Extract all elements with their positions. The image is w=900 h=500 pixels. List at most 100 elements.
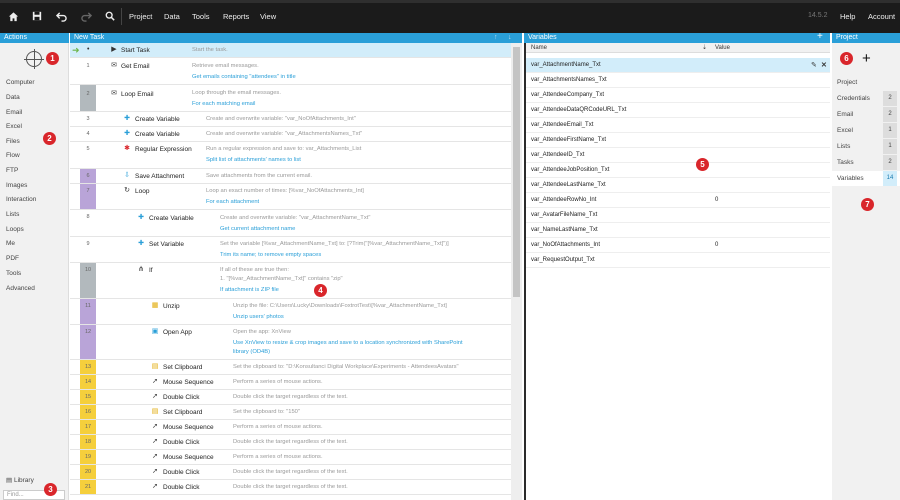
project-item-credentials[interactable]: Credentials 2 bbox=[832, 91, 900, 106]
step-link[interactable]: Get current attachment name bbox=[220, 226, 295, 232]
task-row-19[interactable]: 19 ➚ Mouse Sequence Perform a series of … bbox=[70, 450, 511, 465]
action-email[interactable]: Email bbox=[6, 109, 22, 116]
task-row-9[interactable]: 9 ✚ Set Variable Set the variable [%var_… bbox=[70, 237, 511, 263]
variable-row[interactable]: var_NoOfAttachments_Int 0 bbox=[526, 238, 830, 253]
step-name: Mouse Sequence bbox=[163, 454, 214, 461]
help-menu[interactable]: Help bbox=[840, 12, 855, 21]
action-pdf[interactable]: PDF bbox=[6, 255, 19, 262]
action-excel[interactable]: Excel bbox=[6, 123, 22, 130]
variable-row[interactable]: var_AvatarFileName_Txt bbox=[526, 208, 830, 223]
variable-row[interactable]: var_AttendeeFirstName_Txt bbox=[526, 133, 830, 148]
action-loops[interactable]: Loops bbox=[6, 226, 24, 233]
home-icon[interactable] bbox=[5, 8, 21, 24]
step-desc-line2: 1. "[%var_AttachmentName_Txt]" contains … bbox=[220, 276, 343, 282]
save-icon[interactable] bbox=[29, 8, 45, 24]
menu-tools[interactable]: Tools bbox=[192, 12, 210, 21]
edit-icon[interactable]: ✎ bbox=[811, 61, 817, 69]
project-item-excel[interactable]: Excel 1 bbox=[832, 123, 900, 138]
action-data[interactable]: Data bbox=[6, 94, 20, 101]
step-link[interactable]: Get emails containing "attendees" in tit… bbox=[192, 74, 296, 80]
task-row-8[interactable]: 8 ✚ Create Variable Create and overwrite… bbox=[70, 210, 511, 237]
step-link-line2[interactable]: library (OD4B) bbox=[233, 349, 270, 355]
task-row-16[interactable]: 16 ▤ Set Clipboard Set the clipboard to:… bbox=[70, 405, 511, 420]
step-link[interactable]: Trim its name; to remove empty spaces bbox=[220, 252, 321, 258]
step-link[interactable]: If attachment is ZIP file bbox=[220, 287, 279, 293]
action-computer[interactable]: Computer bbox=[6, 79, 35, 86]
toolbar-divider bbox=[121, 8, 122, 25]
variable-name: var_RequestOutput_Txt bbox=[531, 257, 595, 263]
add-variable-icon[interactable]: + bbox=[817, 32, 823, 42]
step-link[interactable]: Unzip users' photos bbox=[233, 314, 284, 320]
action-images[interactable]: Images bbox=[6, 182, 27, 189]
task-scrollbar-thumb[interactable] bbox=[513, 47, 520, 297]
variable-row[interactable]: var_AttendeeLastName_Txt bbox=[526, 178, 830, 193]
variable-row[interactable]: var_AttendeeDataQRCodeURL_Txt bbox=[526, 103, 830, 118]
task-row-start[interactable]: ➜ • ▶ Start Task Start the task. bbox=[70, 43, 511, 58]
search-icon[interactable] bbox=[102, 8, 118, 24]
action-advanced[interactable]: Advanced bbox=[6, 285, 35, 292]
task-row-17[interactable]: 17 ➚ Mouse Sequence Perform a series of … bbox=[70, 420, 511, 435]
project-item-variables[interactable]: Variables 14 bbox=[832, 171, 900, 186]
project-item-email[interactable]: Email 2 bbox=[832, 107, 900, 122]
task-row-13[interactable]: 13 ▤ Set Clipboard Set the clipboard to:… bbox=[70, 360, 511, 375]
undo-icon[interactable] bbox=[53, 8, 69, 24]
arrow-down-icon[interactable]: ↓ bbox=[508, 33, 512, 43]
task-row-5[interactable]: 5 ✱ Regular Expression Run a regular exp… bbox=[70, 142, 511, 169]
task-row-10[interactable]: 10 ⋔ If If all of these are true then: 1… bbox=[70, 263, 511, 299]
task-row-3[interactable]: 3 ✚ Create Variable Create and overwrite… bbox=[70, 112, 511, 127]
add-project-icon[interactable]: + bbox=[862, 50, 871, 67]
col-value[interactable]: Value bbox=[715, 45, 730, 51]
variable-row[interactable]: var_AttendeeEmail_Txt bbox=[526, 118, 830, 133]
variable-row[interactable]: var_AttachmentName_Txt ✎ ✕ bbox=[526, 58, 830, 73]
variable-row[interactable]: var_AttachmentsNames_Txt bbox=[526, 73, 830, 88]
close-icon[interactable]: ✕ bbox=[821, 61, 827, 69]
task-row-21[interactable]: 21 ➚ Double Click Double click the targe… bbox=[70, 480, 511, 495]
menu-view[interactable]: View bbox=[260, 12, 276, 21]
task-row-6[interactable]: 6 ⇩ Save Attachment Save attachments fro… bbox=[70, 169, 511, 184]
arrow-up-icon[interactable]: ↑ bbox=[494, 33, 498, 43]
menu-data[interactable]: Data bbox=[164, 12, 180, 21]
task-row-20[interactable]: 20 ➚ Double Click Double click the targe… bbox=[70, 465, 511, 480]
action-flow[interactable]: Flow bbox=[6, 152, 20, 159]
task-row-15[interactable]: 15 ➚ Double Click Double click the targe… bbox=[70, 390, 511, 405]
menu-reports[interactable]: Reports bbox=[223, 12, 249, 21]
sort-icon[interactable]: ⇣ bbox=[702, 44, 707, 51]
task-row-7[interactable]: 7 ↻ Loop Loop an exact number of times: … bbox=[70, 184, 511, 210]
action-ftp[interactable]: FTP bbox=[6, 167, 18, 174]
action-lists[interactable]: Lists bbox=[6, 211, 19, 218]
task-row-2[interactable]: 2 ✉ Loop Email Loop through the email me… bbox=[70, 85, 511, 112]
row-number: 10 bbox=[84, 267, 92, 273]
variable-row[interactable]: var_RequestOutput_Txt bbox=[526, 253, 830, 268]
variable-value: 0 bbox=[715, 197, 719, 203]
action-tools[interactable]: Tools bbox=[6, 270, 21, 277]
variable-row[interactable]: var_NameLastName_Txt bbox=[526, 223, 830, 238]
account-menu[interactable]: Account bbox=[868, 12, 895, 21]
task-row-14[interactable]: 14 ➚ Mouse Sequence Perform a series of … bbox=[70, 375, 511, 390]
create-variable-icon: ✚ bbox=[124, 130, 130, 137]
annotation-badge: 2 bbox=[43, 132, 56, 145]
step-link[interactable]: For each matching email bbox=[192, 101, 255, 107]
task-row-4[interactable]: 4 ✚ Create Variable Create and overwrite… bbox=[70, 127, 511, 142]
variable-row[interactable]: var_AttendeeID_Txt bbox=[526, 148, 830, 163]
variable-row[interactable]: var_AttendeeJobPosition_Txt bbox=[526, 163, 830, 178]
action-interaction[interactable]: Interaction bbox=[6, 196, 36, 203]
task-row-1[interactable]: 1 ✉ Get Email Retrieve email messages. G… bbox=[70, 58, 511, 85]
project-item-tasks[interactable]: Tasks 2 bbox=[832, 155, 900, 170]
crosshair-target-icon[interactable] bbox=[24, 49, 44, 69]
library-button[interactable]: ▤ Library bbox=[6, 476, 34, 484]
variable-row[interactable]: var_AttendeeRowNo_Int 0 bbox=[526, 193, 830, 208]
task-row-18[interactable]: 18 ➚ Double Click Double click the targe… bbox=[70, 435, 511, 450]
step-link[interactable]: Use XnView to resize & crop images and s… bbox=[233, 340, 463, 346]
menu-project[interactable]: Project bbox=[129, 12, 152, 21]
task-row-11[interactable]: 11 ▦ Unzip Unzip the file: C:\Users\Luck… bbox=[70, 299, 511, 325]
redo-icon[interactable] bbox=[78, 8, 94, 24]
action-files[interactable]: Files bbox=[6, 138, 20, 145]
project-item-lists[interactable]: Lists 1 bbox=[832, 139, 900, 154]
col-name[interactable]: Name bbox=[531, 45, 547, 51]
action-me[interactable]: Me bbox=[6, 240, 15, 247]
step-link[interactable]: For each attachment bbox=[206, 199, 259, 205]
task-row-12[interactable]: 12 ▣ Open App Open the app: XnView Use X… bbox=[70, 325, 511, 360]
variable-row[interactable]: var_AttendeeCompany_Txt bbox=[526, 88, 830, 103]
step-link[interactable]: Split list of attachments' names to list bbox=[206, 157, 301, 163]
step-name: Double Click bbox=[163, 484, 200, 491]
